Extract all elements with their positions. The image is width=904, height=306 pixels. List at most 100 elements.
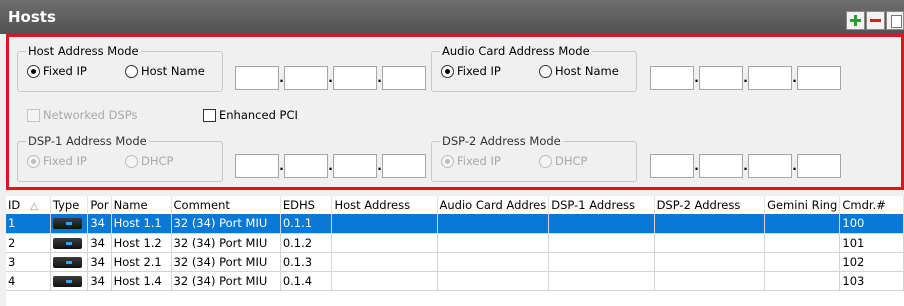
column-header-edhs[interactable]: EDHS [280, 196, 333, 214]
dsp2-dhcp-radio[interactable]: DHCP [539, 154, 587, 168]
cell-id: 2 [6, 233, 51, 253]
sort-ascending-icon: △ [30, 201, 38, 212]
host-ip-octet-4[interactable] [382, 66, 426, 90]
radio-label: Fixed IP [457, 64, 501, 78]
column-header-gemini-ring[interactable]: Gemini Ring [764, 196, 841, 214]
dsp2-ip-octet-4[interactable] [797, 154, 841, 178]
audio-mode-fixed-ip-radio[interactable]: Fixed IP [441, 64, 501, 78]
device-chassis-icon [52, 237, 82, 249]
column-header-host-address[interactable]: Host Address [331, 196, 438, 214]
cell-edhs: 0.1.4 [280, 271, 333, 291]
cell-id: 3 [6, 252, 51, 272]
column-header-dsp1-address[interactable]: DSP-1 Address [548, 196, 655, 214]
dsp2-ip-octet-3[interactable] [748, 154, 792, 178]
cell-dsp1-address [548, 252, 655, 272]
cell-cmdr: 100 [839, 214, 904, 234]
cell-name: Host 1.1 [111, 214, 172, 234]
remove-host-button[interactable] [866, 11, 885, 30]
dsp1-ip-field: . . . [235, 154, 426, 178]
column-header-dsp2-address[interactable]: DSP-2 Address [654, 196, 766, 214]
cell-dsp2-address [654, 214, 766, 234]
dsp2-address-mode-legend: DSP-2 Address Mode [440, 134, 563, 148]
audio-ip-octet-4[interactable] [797, 66, 841, 90]
dsp2-fixed-ip-radio[interactable]: Fixed IP [441, 154, 501, 168]
radio-label: Fixed IP [43, 154, 87, 168]
cell-dsp1-address [548, 233, 655, 253]
cell-host-address [331, 233, 438, 253]
cell-edhs: 0.1.1 [280, 214, 333, 234]
add-host-button[interactable] [846, 11, 865, 30]
cell-comment: 32 (34) Port MIU [171, 271, 281, 291]
cell-dsp1-address [548, 214, 655, 234]
cell-cmdr: 101 [839, 233, 904, 253]
column-header-cmdr[interactable]: Cmdr.# [839, 196, 904, 214]
properties-button[interactable] [886, 11, 904, 30]
audio-mode-host-name-radio[interactable]: Host Name [539, 64, 619, 78]
host-ip-octet-3[interactable] [333, 66, 377, 90]
dsp1-ip-octet-3[interactable] [333, 154, 377, 178]
cell-gemini-ring [764, 271, 841, 291]
audio-ip-octet-3[interactable] [748, 66, 792, 90]
cell-audio-card-address [437, 233, 550, 253]
audio-card-address-mode-group: Audio Card Address Mode Fixed IP Host Na… [431, 44, 637, 92]
dsp2-address-mode-group: DSP-2 Address Mode Fixed IP DHCP [431, 134, 637, 182]
cell-cmdr: 102 [839, 252, 904, 272]
audio-ip-octet-2[interactable] [699, 66, 743, 90]
radio-label: Host Name [141, 64, 205, 78]
cell-type [50, 214, 89, 234]
table-row[interactable]: 1 34 Host 1.1 32 (34) Port MIU 0.1.1 100 [6, 214, 904, 234]
hosts-table: ID △ Type Por Name Comment EDHS Host Addr… [6, 196, 904, 291]
cell-port: 34 [87, 271, 112, 291]
cell-comment: 32 (34) Port MIU [171, 252, 281, 272]
column-header-port[interactable]: Por [87, 196, 112, 214]
column-header-audio-card-address[interactable]: Audio Card Addres [437, 196, 550, 214]
host-ip-octet-2[interactable] [284, 66, 328, 90]
dsp1-ip-octet-4[interactable] [382, 154, 426, 178]
host-ip-octet-1[interactable] [235, 66, 279, 90]
host-mode-fixed-ip-radio[interactable]: Fixed IP [27, 64, 87, 78]
audio-ip-octet-1[interactable] [650, 66, 694, 90]
radio-label: Fixed IP [43, 64, 87, 78]
column-header-id[interactable]: ID △ [6, 196, 51, 214]
enhanced-pci-checkbox[interactable]: Enhanced PCI [203, 108, 298, 122]
cell-comment: 32 (34) Port MIU [171, 233, 281, 253]
address-settings-panel: Host Address Mode Fixed IP Host Name . .… [6, 34, 904, 190]
dsp2-ip-octet-1[interactable] [650, 154, 694, 178]
device-chassis-icon [52, 218, 82, 230]
hosts-grid: ID △ Type Por Name Comment EDHS Host Addr… [6, 196, 904, 306]
column-header-type[interactable]: Type [50, 196, 89, 214]
dsp1-ip-octet-1[interactable] [235, 154, 279, 178]
host-ip-field: . . . [235, 66, 426, 90]
cell-dsp2-address [654, 233, 766, 253]
dsp2-ip-octet-2[interactable] [699, 154, 743, 178]
networked-dsps-checkbox[interactable]: Networked DSPs [27, 108, 138, 122]
cell-gemini-ring [764, 233, 841, 253]
table-row[interactable]: 2 34 Host 1.2 32 (34) Port MIU 0.1.2 101 [6, 233, 904, 253]
checkbox-indicator [27, 108, 40, 122]
dsp1-fixed-ip-radio[interactable]: Fixed IP [27, 154, 87, 168]
cell-host-address [331, 271, 438, 291]
cell-port: 34 [87, 252, 112, 272]
cell-gemini-ring [764, 214, 841, 234]
column-header-label: ID [8, 198, 21, 212]
column-header-name[interactable]: Name [111, 196, 172, 214]
table-row[interactable]: 4 34 Host 1.4 32 (34) Port MIU 0.1.4 103 [6, 271, 904, 291]
radio-indicator [125, 64, 138, 78]
cell-dsp2-address [654, 271, 766, 291]
host-mode-host-name-radio[interactable]: Host Name [125, 64, 205, 78]
column-header-comment[interactable]: Comment [171, 196, 281, 214]
cell-cmdr: 103 [839, 271, 904, 291]
table-header-row: ID △ Type Por Name Comment EDHS Host Addr… [6, 196, 904, 214]
dsp1-address-mode-group: DSP-1 Address Mode Fixed IP DHCP [17, 134, 223, 182]
dsp1-ip-octet-2[interactable] [284, 154, 328, 178]
dsp1-dhcp-radio[interactable]: DHCP [125, 154, 173, 168]
cell-edhs: 0.1.3 [280, 252, 333, 272]
cell-type [50, 271, 89, 291]
table-row[interactable]: 3 34 Host 2.1 32 (34) Port MIU 0.1.3 102 [6, 252, 904, 272]
cell-audio-card-address [437, 271, 550, 291]
cell-edhs: 0.1.2 [280, 233, 333, 253]
radio-label: Fixed IP [457, 154, 501, 168]
cell-name: Host 1.2 [111, 233, 172, 253]
checkbox-label: Enhanced PCI [219, 108, 298, 122]
host-address-mode-legend: Host Address Mode [26, 44, 141, 58]
